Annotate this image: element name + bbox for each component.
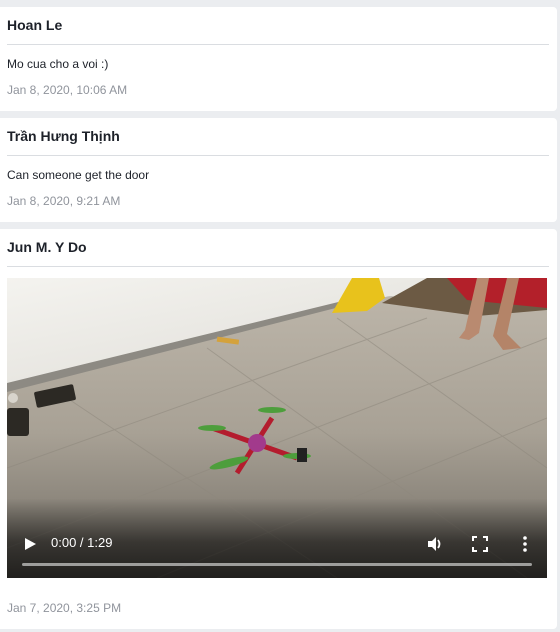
- divider: [7, 155, 549, 156]
- fullscreen-icon[interactable]: [470, 534, 490, 554]
- volume-icon[interactable]: [425, 534, 445, 554]
- author-name: Jun M. Y Do: [7, 239, 87, 255]
- message-text: Can someone get the door: [7, 168, 150, 182]
- progress-bar[interactable]: [22, 563, 532, 566]
- time-display: 0:00 / 1:29: [51, 535, 113, 550]
- video-player[interactable]: 0:00 / 1:29: [7, 278, 547, 578]
- play-icon[interactable]: [21, 535, 39, 553]
- message-text: Mo cua cho a voi :): [7, 57, 109, 71]
- author-name: Hoan Le: [7, 17, 63, 33]
- message-card: Jun M. Y Do 0:00 / 1:29 Jan 7, 2020, 3:2…: [0, 229, 557, 629]
- message-card: Trần Hưng Thịnh Can someone get the door…: [0, 118, 557, 222]
- timestamp: Jan 8, 2020, 10:06 AM: [7, 83, 128, 97]
- more-vertical-icon[interactable]: [515, 534, 535, 554]
- divider: [7, 44, 549, 45]
- video-controls: 0:00 / 1:29: [7, 498, 547, 578]
- message-feed: Hoan Le Mo cua cho a voi :) Jan 8, 2020,…: [0, 0, 560, 632]
- author-name: Trần Hưng Thịnh: [7, 128, 120, 144]
- timestamp: Jan 7, 2020, 3:25 PM: [7, 601, 122, 615]
- timestamp: Jan 8, 2020, 9:21 AM: [7, 194, 121, 208]
- divider: [7, 266, 549, 267]
- message-card: Hoan Le Mo cua cho a voi :) Jan 8, 2020,…: [0, 7, 557, 111]
